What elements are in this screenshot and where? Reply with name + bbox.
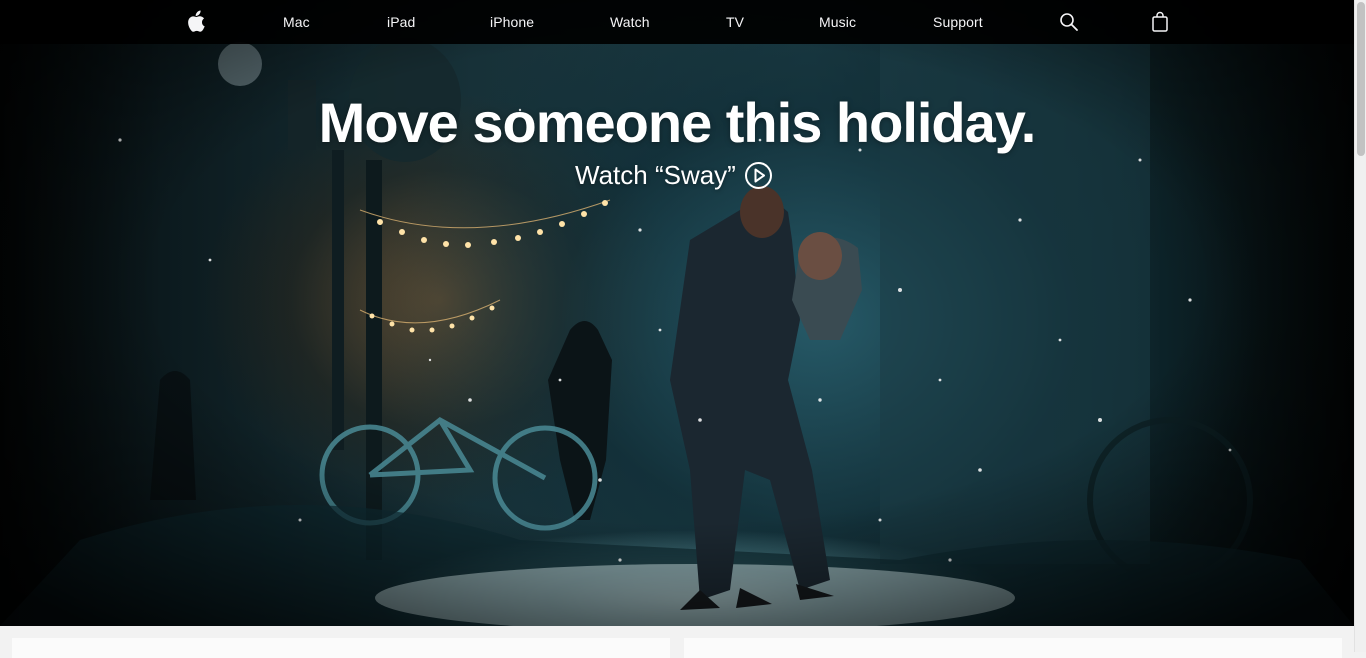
- hero-section: Move someone this holiday. Watch “Sway”: [0, 0, 1354, 626]
- hero-headline: Move someone this holiday.: [318, 91, 1037, 154]
- search-icon[interactable]: [1059, 12, 1079, 32]
- nav-item-watch[interactable]: Watch: [610, 0, 650, 44]
- promo-tile-right[interactable]: [684, 638, 1342, 658]
- apple-logo-icon[interactable]: [187, 10, 207, 32]
- watch-film-label: Watch “Sway”: [575, 159, 736, 190]
- global-nav-list: Mac iPad iPhone Watch TV Music Support: [0, 0, 1354, 44]
- nav-item-ipad[interactable]: iPad: [387, 0, 415, 44]
- nav-item-mac[interactable]: Mac: [283, 0, 310, 44]
- play-circle-icon: [744, 161, 772, 189]
- page-scrollbar[interactable]: [1354, 0, 1366, 652]
- global-nav: Mac iPad iPhone Watch TV Music Support: [0, 0, 1354, 44]
- scrollbar-thumb[interactable]: [1357, 2, 1365, 156]
- nav-item-music[interactable]: Music: [819, 0, 856, 44]
- shopping-bag-icon[interactable]: [1151, 11, 1169, 33]
- nav-item-tv[interactable]: TV: [726, 0, 744, 44]
- promo-tile-left[interactable]: [12, 638, 670, 658]
- nav-item-support[interactable]: Support: [933, 0, 983, 44]
- watch-film-link[interactable]: Watch “Sway”: [575, 158, 773, 192]
- nav-item-iphone[interactable]: iPhone: [490, 0, 534, 44]
